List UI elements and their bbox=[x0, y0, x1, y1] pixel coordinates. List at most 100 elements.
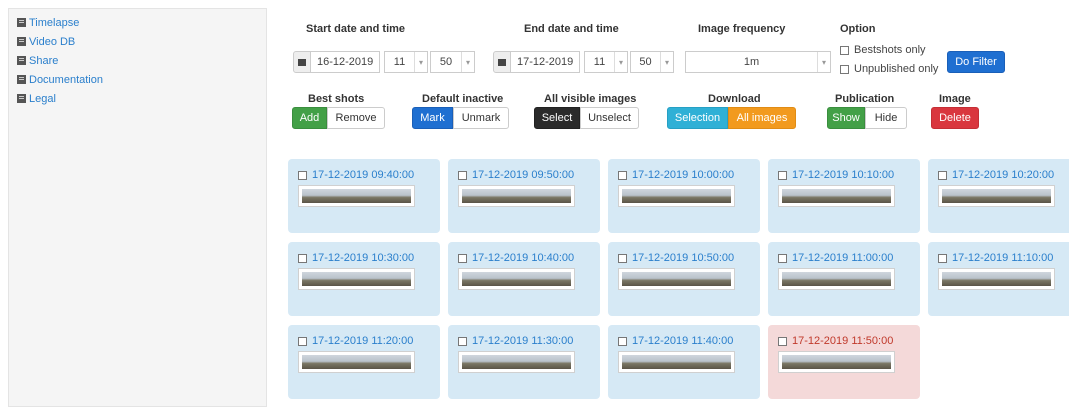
unpublished-only-checkbox[interactable]: Unpublished only bbox=[840, 63, 938, 75]
image-card[interactable]: 17-12-2019 11:40:00 bbox=[608, 325, 760, 399]
image-card[interactable]: 17-12-2019 10:40:00 bbox=[448, 242, 600, 316]
image-thumbnail[interactable] bbox=[298, 185, 415, 207]
image-card[interactable]: 17-12-2019 11:10:00 bbox=[928, 242, 1069, 316]
image-thumbnail[interactable] bbox=[458, 185, 575, 207]
image-timestamp: 17-12-2019 10:00:00 bbox=[632, 169, 735, 181]
image-timestamp: 17-12-2019 10:40:00 bbox=[472, 252, 575, 264]
image-timestamp: 17-12-2019 10:50:00 bbox=[632, 252, 735, 264]
start-date-input[interactable]: 16-12-2019 bbox=[310, 51, 380, 73]
mark-inactive-button[interactable]: Mark bbox=[412, 107, 453, 129]
list-icon bbox=[17, 75, 26, 84]
select-all-button[interactable]: Select bbox=[534, 107, 580, 129]
image-select-checkbox[interactable]: 17-12-2019 10:10:00 bbox=[778, 169, 894, 181]
image-card[interactable]: 17-12-2019 10:30:00 bbox=[288, 242, 440, 316]
image-card[interactable]: 17-12-2019 11:20:00 bbox=[288, 325, 440, 399]
default-inactive-label: Default inactive bbox=[422, 93, 504, 105]
image-select-checkbox[interactable]: 17-12-2019 11:10:00 bbox=[938, 252, 1053, 264]
image-select-checkbox[interactable]: 17-12-2019 10:20:00 bbox=[938, 169, 1054, 181]
image-select-checkbox[interactable]: 17-12-2019 09:50:00 bbox=[458, 169, 574, 181]
image-card[interactable]: 17-12-2019 09:40:00 bbox=[288, 159, 440, 233]
delete-image-button[interactable]: Delete bbox=[931, 107, 979, 129]
image-thumbnail[interactable] bbox=[298, 268, 415, 290]
do-filter-button[interactable]: Do Filter bbox=[947, 51, 1005, 73]
download-selection-button[interactable]: Selection bbox=[667, 107, 728, 129]
image-thumbnail[interactable] bbox=[778, 351, 895, 373]
all-visible-label: All visible images bbox=[544, 93, 637, 105]
frequency-label: Image frequency bbox=[698, 23, 786, 35]
image-select-checkbox[interactable]: 17-12-2019 11:00:00 bbox=[778, 252, 893, 264]
end-minute-select[interactable]: 50 ▾ bbox=[630, 51, 674, 73]
image-select-checkbox[interactable]: 17-12-2019 09:40:00 bbox=[298, 169, 414, 181]
image-timestamp: 17-12-2019 09:50:00 bbox=[472, 169, 575, 181]
publish-hide-button[interactable]: Hide bbox=[865, 107, 907, 129]
end-calendar-icon[interactable] bbox=[493, 51, 511, 73]
image-select-checkbox[interactable]: 17-12-2019 11:50:00 bbox=[778, 335, 893, 347]
image-select-checkbox[interactable]: 17-12-2019 10:30:00 bbox=[298, 252, 414, 264]
start-hour-select[interactable]: 11 ▾ bbox=[384, 51, 428, 73]
main-panel: Start date and time End date and time Im… bbox=[280, 0, 1069, 407]
image-timestamp: 17-12-2019 11:40:00 bbox=[632, 335, 734, 347]
list-icon bbox=[17, 18, 26, 27]
image-card[interactable]: 17-12-2019 09:50:00 bbox=[448, 159, 600, 233]
option-label: Option bbox=[840, 23, 876, 35]
start-calendar-icon[interactable] bbox=[293, 51, 311, 73]
best-shots-label: Best shots bbox=[308, 93, 365, 105]
image-thumbnail[interactable] bbox=[778, 268, 895, 290]
sidebar: Timelapse Video DB Share Documentation L… bbox=[8, 8, 267, 407]
chevron-down-icon: ▾ bbox=[414, 52, 427, 72]
image-timestamp: 17-12-2019 10:10:00 bbox=[792, 169, 895, 181]
sidebar-item-video-db[interactable]: Video DB bbox=[17, 32, 266, 51]
image-thumbnail[interactable] bbox=[938, 268, 1055, 290]
list-icon bbox=[17, 94, 26, 103]
unmark-inactive-button[interactable]: Unmark bbox=[453, 107, 509, 129]
image-thumbnail[interactable] bbox=[618, 185, 735, 207]
image-select-checkbox[interactable]: 17-12-2019 11:30:00 bbox=[458, 335, 573, 347]
image-card[interactable]: 17-12-2019 11:00:00 bbox=[768, 242, 920, 316]
image-select-checkbox[interactable]: 17-12-2019 10:40:00 bbox=[458, 252, 574, 264]
image-timestamp: 17-12-2019 11:50:00 bbox=[792, 335, 894, 347]
image-thumbnail[interactable] bbox=[618, 268, 735, 290]
image-card[interactable]: 17-12-2019 11:50:00 bbox=[768, 325, 920, 399]
image-label: Image bbox=[939, 93, 971, 105]
image-timestamp: 17-12-2019 11:00:00 bbox=[792, 252, 894, 264]
bestshots-only-checkbox[interactable]: Bestshots only bbox=[840, 44, 926, 56]
image-thumbnail[interactable] bbox=[778, 185, 895, 207]
sidebar-item-legal[interactable]: Legal bbox=[17, 89, 266, 108]
start-date-label: Start date and time bbox=[306, 23, 406, 35]
image-thumbnail[interactable] bbox=[298, 351, 415, 373]
image-select-checkbox[interactable]: 17-12-2019 11:40:00 bbox=[618, 335, 733, 347]
unselect-all-button[interactable]: Unselect bbox=[580, 107, 639, 129]
sidebar-item-timelapse[interactable]: Timelapse bbox=[17, 13, 266, 32]
image-timestamp: 17-12-2019 11:10:00 bbox=[952, 252, 1054, 264]
remove-best-shot-button[interactable]: Remove bbox=[327, 107, 385, 129]
image-thumbnail[interactable] bbox=[458, 268, 575, 290]
image-card[interactable]: 17-12-2019 11:30:00 bbox=[448, 325, 600, 399]
end-date-input[interactable]: 17-12-2019 bbox=[510, 51, 580, 73]
sidebar-item-documentation[interactable]: Documentation bbox=[17, 70, 266, 89]
end-hour-select[interactable]: 11 ▾ bbox=[584, 51, 628, 73]
image-select-checkbox[interactable]: 17-12-2019 10:00:00 bbox=[618, 169, 734, 181]
frequency-select[interactable]: 1m ▾ bbox=[685, 51, 831, 73]
download-all-button[interactable]: All images bbox=[728, 107, 796, 129]
image-timestamp: 17-12-2019 11:30:00 bbox=[472, 335, 574, 347]
image-select-checkbox[interactable]: 17-12-2019 11:20:00 bbox=[298, 335, 413, 347]
start-minute-select[interactable]: 50 ▾ bbox=[430, 51, 475, 73]
sidebar-item-share[interactable]: Share bbox=[17, 51, 266, 70]
image-card[interactable]: 17-12-2019 10:20:00 bbox=[928, 159, 1069, 233]
image-thumbnail[interactable] bbox=[938, 185, 1055, 207]
image-select-checkbox[interactable]: 17-12-2019 10:50:00 bbox=[618, 252, 734, 264]
image-timestamp: 17-12-2019 09:40:00 bbox=[312, 169, 415, 181]
image-card[interactable]: 17-12-2019 10:00:00 bbox=[608, 159, 760, 233]
image-thumbnail[interactable] bbox=[618, 351, 735, 373]
image-card[interactable]: 17-12-2019 10:50:00 bbox=[608, 242, 760, 316]
image-timestamp: 17-12-2019 11:20:00 bbox=[312, 335, 414, 347]
image-card[interactable]: 17-12-2019 10:10:00 bbox=[768, 159, 920, 233]
image-timestamp: 17-12-2019 10:20:00 bbox=[952, 169, 1055, 181]
end-date-label: End date and time bbox=[524, 23, 619, 35]
publication-label: Publication bbox=[835, 93, 895, 105]
image-thumbnail[interactable] bbox=[458, 351, 575, 373]
publish-show-button[interactable]: Show bbox=[827, 107, 865, 129]
add-best-shot-button[interactable]: Add bbox=[292, 107, 327, 129]
image-timestamp: 17-12-2019 10:30:00 bbox=[312, 252, 415, 264]
list-icon bbox=[17, 56, 26, 65]
